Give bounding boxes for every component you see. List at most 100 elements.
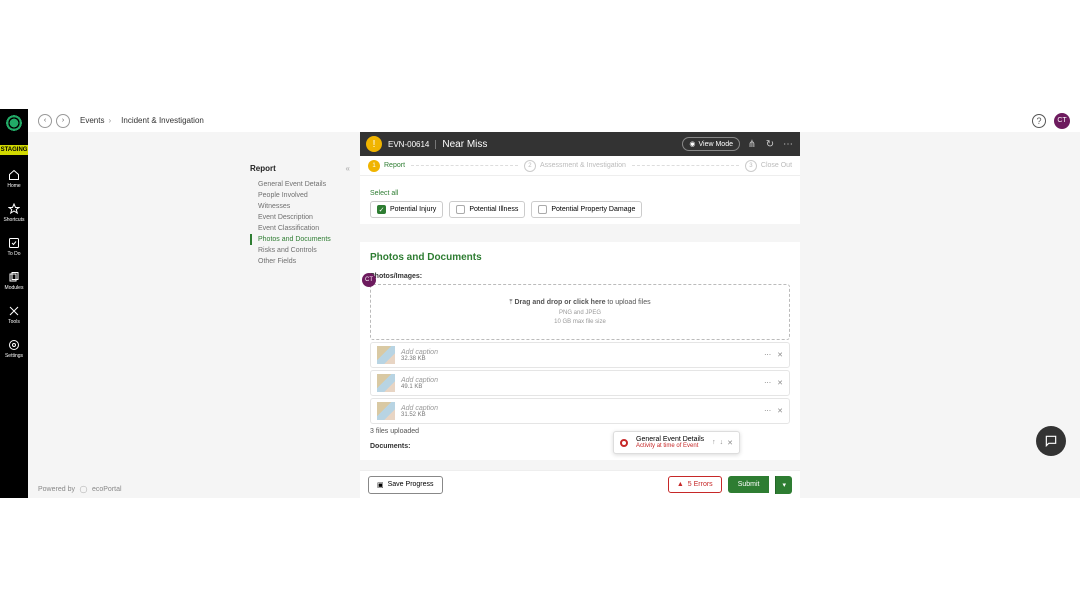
main-panel: ! EVN-00614 Near Miss ◉ View Mode ⋔ ↻ ⋯ … — [360, 132, 800, 460]
section-link-other[interactable]: Other Fields — [250, 256, 350, 267]
section-nav-title: Report « — [250, 164, 350, 173]
file-remove-icon[interactable]: ✕ — [777, 407, 783, 415]
app-logo-icon — [4, 113, 24, 133]
upload-icon: ⤒ — [509, 299, 512, 306]
thumbnail[interactable] — [377, 402, 395, 420]
chat-icon — [1044, 434, 1058, 448]
section-nav: Report « General Event Details People In… — [250, 164, 350, 267]
thumbnail[interactable] — [377, 374, 395, 392]
photos-section: Photos and Documents CT Photos/Images: ⤒… — [360, 242, 800, 460]
left-rail: STAGING Home Shortcuts To Do Modules Too… — [0, 109, 28, 498]
file-more-icon[interactable]: ⋯ — [764, 379, 771, 387]
section-link-photos[interactable]: Photos and Documents — [250, 234, 350, 245]
nav-forward-button[interactable]: › — [56, 114, 70, 128]
step-closeout[interactable]: 3Close Out — [745, 160, 792, 172]
record-id: EVN-00614 — [388, 140, 436, 149]
rail-item-todo[interactable]: To Do — [7, 237, 20, 257]
error-popover: General Event Details Activity at time o… — [613, 431, 740, 454]
file-more-icon[interactable]: ⋯ — [764, 351, 771, 359]
more-icon[interactable]: ⋯ — [782, 138, 794, 150]
upload-dropzone[interactable]: ⤒ Drag and drop or click here to upload … — [370, 284, 790, 340]
help-icon[interactable]: ? — [1032, 114, 1046, 128]
breadcrumb-page[interactable]: Incident & Investigation — [121, 116, 204, 125]
star-icon — [8, 203, 20, 215]
content-area: Report « General Event Details People In… — [28, 132, 1080, 498]
footer-bar: ▣ Save Progress ▲ 5 Errors Submit ▾ — [360, 470, 800, 498]
option-potential-illness[interactable]: Potential Illness — [449, 201, 525, 218]
history-icon[interactable]: ↻ — [764, 138, 776, 150]
classification-section: Select all ✓ Potential Injury Potential … — [360, 176, 800, 224]
file-remove-icon[interactable]: ✕ — [777, 351, 783, 359]
share-icon[interactable]: ⋔ — [746, 138, 758, 150]
photos-heading: Photos and Documents — [370, 252, 790, 263]
errors-button[interactable]: ▲ 5 Errors — [668, 476, 722, 493]
checkbox-icon: ✓ — [377, 205, 386, 214]
section-link-risks[interactable]: Risks and Controls — [250, 245, 350, 256]
ecoportal-logo-icon — [79, 485, 88, 494]
file-row: Add caption 31.52 KB ⋯ ✕ — [370, 398, 790, 424]
powered-by: Powered by ecoPortal — [38, 485, 122, 494]
file-row: Add caption 49.1 KB ⋯ ✕ — [370, 370, 790, 396]
gear-icon — [8, 339, 20, 351]
modules-icon — [8, 271, 20, 283]
error-close[interactable]: ✕ — [727, 439, 733, 447]
chat-fab[interactable] — [1036, 426, 1066, 456]
eye-icon: ◉ — [689, 140, 695, 148]
file-size: 31.52 KB — [401, 412, 438, 418]
field-author-badge: CT — [362, 273, 376, 287]
stepper: 1Report 2Assessment & Investigation 3Clo… — [360, 156, 800, 176]
file-size: 49.1 KB — [401, 384, 438, 390]
home-icon — [8, 169, 20, 181]
rail-item-home[interactable]: Home — [7, 169, 20, 189]
section-link-people[interactable]: People Involved — [250, 190, 350, 201]
checkbox-icon — [538, 205, 547, 214]
option-potential-injury[interactable]: ✓ Potential Injury — [370, 201, 443, 218]
env-badge: STAGING — [0, 145, 30, 155]
section-nav-collapse[interactable]: « — [346, 164, 350, 173]
submit-dropdown[interactable]: ▾ — [775, 476, 792, 494]
section-link-witnesses[interactable]: Witnesses — [250, 201, 350, 212]
record-title: Near Miss — [442, 139, 487, 150]
rail-item-modules[interactable]: Modules — [5, 271, 24, 291]
checkbox-icon — [456, 205, 465, 214]
breadcrumb-sep: › — [108, 116, 111, 125]
file-remove-icon[interactable]: ✕ — [777, 379, 783, 387]
avatar[interactable]: CT — [1054, 113, 1070, 129]
caption-input[interactable]: Add caption — [401, 377, 438, 384]
view-mode-button[interactable]: ◉ View Mode — [682, 137, 740, 151]
tools-icon — [8, 305, 20, 317]
nav-back-button[interactable]: ‹ — [38, 114, 52, 128]
panel-header: ! EVN-00614 Near Miss ◉ View Mode ⋔ ↻ ⋯ — [360, 132, 800, 156]
file-more-icon[interactable]: ⋯ — [764, 407, 771, 415]
option-potential-property-damage[interactable]: Potential Property Damage — [531, 201, 642, 218]
check-icon — [8, 237, 20, 249]
save-button[interactable]: ▣ Save Progress — [368, 476, 443, 494]
error-next[interactable]: ↓ — [720, 439, 724, 447]
rail-item-shortcuts[interactable]: Shortcuts — [3, 203, 24, 223]
error-popover-sub[interactable]: Activity at time of Event — [636, 443, 704, 449]
photos-label: Photos/Images: — [370, 273, 790, 280]
select-all-link[interactable]: Select all — [370, 190, 398, 197]
caption-input[interactable]: Add caption — [401, 349, 438, 356]
file-size: 32.38 KB — [401, 356, 438, 362]
step-assessment[interactable]: 2Assessment & Investigation — [524, 160, 626, 172]
caption-input[interactable]: Add caption — [401, 405, 438, 412]
section-link-classification[interactable]: Event Classification — [250, 223, 350, 234]
rail-item-tools[interactable]: Tools — [8, 305, 20, 325]
rail-item-settings[interactable]: Settings — [5, 339, 23, 359]
section-link-general[interactable]: General Event Details — [250, 179, 350, 190]
save-icon: ▣ — [377, 481, 384, 489]
warning-icon: ! — [366, 136, 382, 152]
error-prev[interactable]: ↑ — [712, 439, 716, 447]
submit-button[interactable]: Submit — [728, 476, 770, 493]
section-link-description[interactable]: Event Description — [250, 212, 350, 223]
step-report[interactable]: 1Report — [368, 160, 405, 172]
thumbnail[interactable] — [377, 346, 395, 364]
file-row: Add caption 32.38 KB ⋯ ✕ — [370, 342, 790, 368]
file-list: Add caption 32.38 KB ⋯ ✕ Add caption 49.… — [370, 342, 790, 424]
error-dot-icon — [620, 439, 628, 447]
alert-icon: ▲ — [677, 481, 684, 488]
breadcrumb-root[interactable]: Events — [80, 116, 104, 125]
topbar: ‹ › Events › Incident & Investigation ? … — [28, 109, 1080, 132]
error-popover-title: General Event Details — [636, 436, 704, 443]
